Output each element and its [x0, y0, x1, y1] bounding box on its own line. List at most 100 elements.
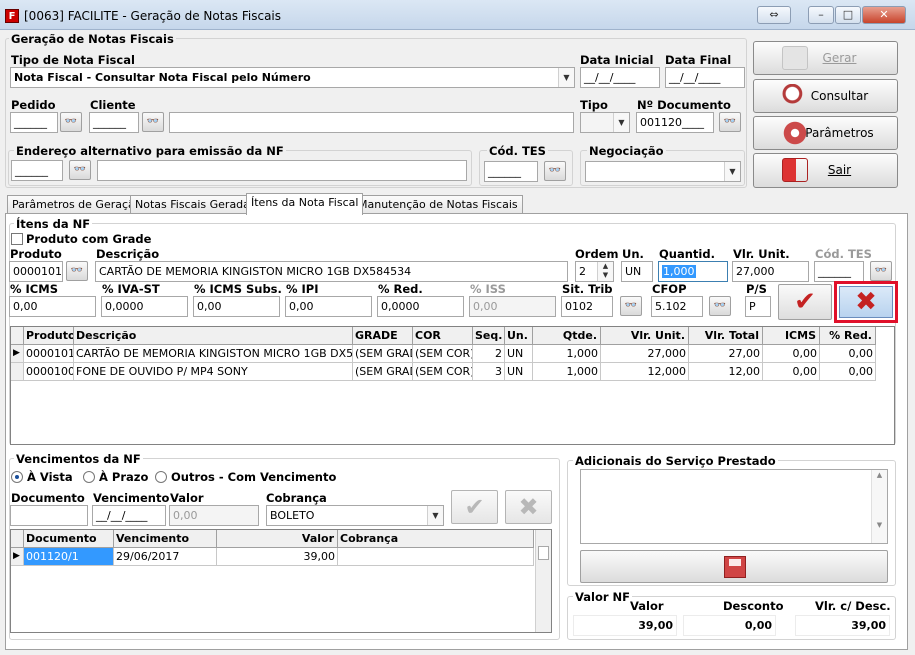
table-cell[interactable]: 0000101	[24, 345, 74, 363]
tipo-nota-select[interactable]: Nota Fiscal - Consultar Nota Fiscal pelo…	[10, 67, 575, 88]
table-cell[interactable]: 12,000	[601, 363, 689, 381]
grid-header-grade[interactable]: GRADE	[353, 327, 413, 345]
gerar-button[interactable]: Gerar	[753, 41, 898, 75]
grid-header-qtde[interactable]: Qtde.	[533, 327, 601, 345]
grid-header-produto[interactable]: Produto	[24, 327, 74, 345]
close-button[interactable]: ✕	[862, 6, 906, 24]
confirm-vencimento-button[interactable]: ✔	[451, 490, 498, 524]
cliente-search-icon[interactable]: 👓	[142, 112, 164, 132]
table-cell[interactable]: 1,000	[533, 345, 601, 363]
produto-input[interactable]: 0000101	[9, 261, 63, 282]
confirm-item-button[interactable]: ✔	[778, 284, 832, 320]
sair-button[interactable]: Sair	[753, 153, 898, 188]
sit-trib-search-icon[interactable]: 👓	[620, 296, 642, 316]
grid-header-red[interactable]: % Red.	[820, 327, 876, 345]
tab-notas-geradas[interactable]: Notas Fiscais Geradas	[130, 195, 261, 214]
pedido-input[interactable]: ______	[10, 112, 58, 133]
avista-radio[interactable]	[11, 471, 23, 483]
tab-manutencao[interactable]: Manutenção de Notas Fiscais	[353, 195, 523, 214]
grid-header-un[interactable]: Un.	[505, 327, 533, 345]
table-cell[interactable]	[338, 548, 534, 566]
negociacao-select[interactable]: ▼	[585, 161, 741, 182]
table-cell[interactable]: (SEM COR)	[413, 363, 473, 381]
red-input[interactable]: 0,0000	[377, 296, 464, 317]
grid-header-vencimento[interactable]: Vencimento	[114, 530, 217, 548]
vlr-unit-input[interactable]: 27,000	[732, 261, 809, 282]
documento-input[interactable]	[10, 505, 88, 526]
tab-parametros-geracao[interactable]: Parâmetros de Geração	[7, 195, 147, 214]
valor-input[interactable]: 0,00	[169, 505, 259, 526]
cliente-nome-input[interactable]	[169, 112, 574, 133]
table-cell[interactable]: 0,00	[820, 345, 876, 363]
cliente-input[interactable]: ______	[89, 112, 139, 133]
table-cell[interactable]: 0,00	[763, 345, 820, 363]
quantid-input[interactable]: 1,000	[658, 261, 728, 282]
save-button[interactable]	[580, 550, 888, 583]
tab-itens-nota[interactable]: Ítens da Nota Fiscal	[246, 193, 364, 215]
table-cell[interactable]: 3	[473, 363, 505, 381]
table-cell[interactable]: (SEM GRAD	[353, 345, 413, 363]
maximize-button[interactable]: □	[835, 6, 861, 24]
outros-radio[interactable]	[155, 471, 167, 483]
cod-tes-input[interactable]: ______	[484, 161, 538, 182]
endereco-desc-input[interactable]	[97, 160, 467, 181]
table-cell[interactable]: CARTÃO DE MEMORIA KINGISTON MICRO 1GB DX…	[74, 345, 353, 363]
table-cell[interactable]: (SEM GRAD	[353, 363, 413, 381]
table-cell[interactable]: (SEM COR)	[413, 345, 473, 363]
data-final-input[interactable]: __/__/____	[665, 67, 745, 88]
table-cell[interactable]: 27,00	[689, 345, 763, 363]
cfop-input[interactable]: 5.102	[651, 296, 703, 317]
produto-grade-checkbox[interactable]	[11, 233, 23, 245]
icms-input[interactable]: 0,00	[9, 296, 96, 317]
iva-st-input[interactable]: 0,0000	[101, 296, 188, 317]
restore-layout-icon[interactable]: ⇔	[757, 6, 791, 24]
grid-header-valor[interactable]: Valor	[217, 530, 338, 548]
ipi-input[interactable]: 0,00	[285, 296, 372, 317]
aprazo-radio[interactable]	[83, 471, 95, 483]
table-cell[interactable]: 0,00	[763, 363, 820, 381]
table-cell[interactable]: 1,000	[533, 363, 601, 381]
table-cell[interactable]: UN	[505, 345, 533, 363]
data-inicial-input[interactable]: __/__/____	[580, 67, 660, 88]
tipo-select[interactable]: ▼	[580, 112, 630, 133]
adicionais-textarea[interactable]: ▲ ▼	[580, 469, 888, 544]
endereco-input[interactable]: ______	[11, 160, 63, 181]
grid-header-cobranca[interactable]: Cobrança	[338, 530, 534, 548]
vertical-scrollbar[interactable]	[535, 530, 551, 632]
table-cell[interactable]: UN	[505, 363, 533, 381]
grid-header-documento[interactable]: Documento	[24, 530, 114, 548]
icms-subs-input[interactable]: 0,00	[193, 296, 280, 317]
parametros-button[interactable]: Parâmetros	[753, 116, 898, 150]
grid-header-vlr-unit[interactable]: Vlr. Unit.	[601, 327, 689, 345]
endereco-search-icon[interactable]: 👓	[69, 160, 91, 180]
iss-input[interactable]: 0,00	[469, 296, 556, 317]
descricao-input[interactable]: CARTÃO DE MEMORIA KINGISTON MICRO 1GB DX…	[95, 261, 568, 282]
minimize-button[interactable]: –	[808, 6, 834, 24]
table-cell[interactable]: 29/06/2017	[114, 548, 217, 566]
produto-search-icon[interactable]: 👓	[66, 261, 88, 281]
scroll-thumb[interactable]	[538, 546, 549, 560]
grid-header-descricao[interactable]: Descrição	[74, 327, 353, 345]
vencimento-input[interactable]: __/__/____	[92, 505, 166, 526]
ps-input[interactable]: P	[745, 296, 771, 317]
grid-header-seq[interactable]: Seq.	[473, 327, 505, 345]
cod-tes-search-icon[interactable]: 👓	[544, 161, 566, 181]
textarea-scrollbar[interactable]: ▲ ▼	[871, 470, 887, 543]
table-cell[interactable]: 39,00	[217, 548, 338, 566]
table-cell[interactable]: 27,000	[601, 345, 689, 363]
table-cell[interactable]: 0,00	[820, 363, 876, 381]
cobranca-select[interactable]: BOLETO ▼	[266, 505, 444, 526]
un-input[interactable]: UN	[621, 261, 653, 282]
sit-trib-input[interactable]: 0102	[561, 296, 613, 317]
grid-header-vlr-total[interactable]: Vlr. Total	[689, 327, 763, 345]
ordem-stepper[interactable]: 2 ▲ ▼	[575, 261, 614, 282]
table-cell[interactable]: 001120/1	[24, 548, 114, 566]
cancel-vencimento-button[interactable]: ✖	[505, 490, 552, 524]
cod-tes-item-search-icon[interactable]: 👓	[870, 261, 892, 281]
cod-tes-item-input[interactable]: ______	[814, 261, 864, 282]
consultar-button[interactable]: Consultar	[753, 79, 898, 113]
grid-header-icms[interactable]: ICMS	[763, 327, 820, 345]
n-documento-input[interactable]: 001120____	[636, 112, 714, 133]
table-cell[interactable]: 12,00	[689, 363, 763, 381]
grid-header-cor[interactable]: COR	[413, 327, 473, 345]
